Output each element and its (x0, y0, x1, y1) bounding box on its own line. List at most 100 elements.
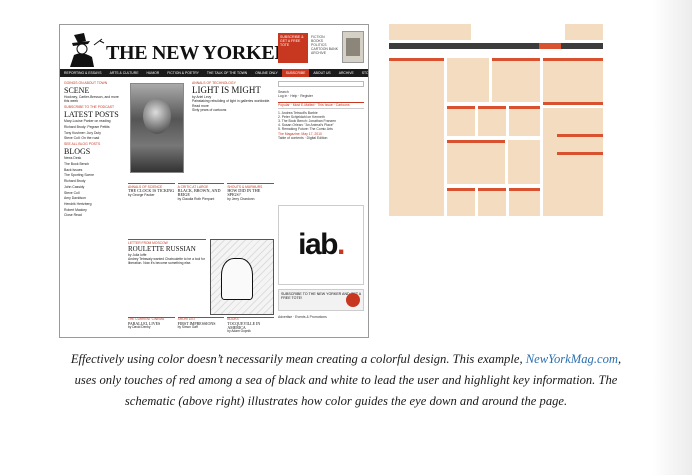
list-item[interactable]: The Book Bench (64, 162, 124, 166)
schematic-red-accent (543, 102, 603, 105)
iab-logo: iab (298, 228, 338, 261)
see-also-link[interactable]: Sixty years of cartoons (192, 108, 272, 112)
story-grid-middle: Annals of Science THE CLOCK IS TICKING b… (128, 183, 274, 201)
ad-footer-links[interactable]: Advertise · Events & Promotions (278, 315, 364, 319)
promo-list: FICTION BOOKS POLITICS CARTOON BANK ARCH… (311, 35, 338, 55)
schematic-block (508, 140, 540, 184)
schematic-red-accent (447, 106, 475, 109)
schematic-block (389, 24, 471, 40)
nav-item[interactable]: Reporting & Essays (60, 69, 106, 77)
schematic-red-accent (509, 188, 540, 191)
story-title[interactable]: HOW DID IN THE SPIGS? (227, 188, 274, 197)
feature-portrait[interactable] (130, 83, 184, 173)
site-header: THE NEW YORKER Subscribe & get a free to… (60, 25, 368, 69)
story-card[interactable]: Annals of Science THE CLOCK IS TICKING b… (128, 183, 175, 201)
list-item[interactable]: Amy Davidson (64, 196, 124, 200)
feature-title[interactable]: LIGHT IS MIGHT (192, 85, 272, 95)
scene-heading[interactable]: SCENE (64, 86, 124, 95)
popular-tabs[interactable]: Popular · Most E-Mailed · This Issue · C… (278, 102, 364, 109)
nav-item[interactable]: About Us (309, 69, 334, 77)
story-card[interactable]: A Critic at Large BLACK, BROWN, AND BEIG… (177, 183, 225, 201)
promo-item[interactable]: ARCHIVE (311, 51, 338, 55)
schematic-block (447, 58, 489, 102)
list-item[interactable]: Robert Mackey (64, 208, 124, 212)
list-item[interactable]: Tony Kushner: Jury Duty (64, 131, 124, 135)
account-links[interactable]: Log in · Help · Register (278, 94, 364, 98)
schematic-nav-bar (389, 43, 603, 49)
nav-item[interactable]: Arts & Culture (106, 69, 143, 77)
list-item[interactable]: Hendrik Hertzberg (64, 202, 124, 206)
list-item[interactable]: Mary-Louise Parker on reading (64, 119, 124, 123)
list-item[interactable]: Steve Coll (64, 191, 124, 195)
story-card[interactable]: The Current Cinema PARALLEL LIVES by Dav… (128, 317, 175, 334)
schematic-red-accent (492, 58, 540, 61)
nav-item[interactable]: The Talk of the Town (203, 69, 251, 77)
schematic-red-accent (557, 152, 603, 155)
list-item[interactable]: Richard Brody: Pegram Pettits (64, 125, 124, 129)
story-byline: by Simon Gaff (177, 324, 198, 329)
list-item[interactable]: News Desk (64, 156, 124, 160)
free-tote-badge-icon (346, 293, 360, 307)
story-title[interactable]: BLACK, BROWN, AND BEIGE (178, 188, 225, 197)
schematic-block (565, 24, 603, 40)
schematic-block (389, 58, 444, 216)
figure-caption: Effectively using color doesn’t necessar… (62, 349, 630, 412)
story-grid-bottom: The Current Cinema PARALLEL LIVES by Dav… (128, 317, 274, 334)
podcast-link[interactable]: Subscribe to the podcast (64, 105, 124, 109)
list-item[interactable]: Richard Brody (64, 179, 124, 183)
caption-text: Effectively using color doesn’t necessar… (70, 352, 526, 366)
subscribe-ad[interactable]: Subscribe & get a free tote (278, 33, 308, 63)
list-item[interactable]: Close Read (64, 213, 124, 217)
nav-item-subscribe[interactable]: Subscribe (281, 69, 310, 77)
schematic-red-accent (543, 58, 603, 61)
eustace-tilley-icon (70, 33, 105, 67)
schematic-red-accent (539, 43, 561, 49)
story-byline: by Claudia Roth Pierpont (177, 197, 215, 201)
story-byline: by David Denby (128, 324, 151, 329)
list-item[interactable]: John Cassidy (64, 185, 124, 189)
schematic-block (447, 140, 505, 184)
magazine-cover[interactable] (342, 31, 364, 63)
see-all-link[interactable]: See all blog posts (64, 142, 124, 146)
schematic-block (509, 188, 540, 216)
table-of-contents-link[interactable]: Table of contents · Digital Edition (278, 136, 364, 140)
nav-item[interactable]: Store (358, 69, 368, 77)
roulette-story: Letter from Moscow ROULETTE RUSSIAN by J… (128, 239, 206, 265)
nav-item[interactable]: Archive (335, 69, 358, 77)
schematic-red-accent (478, 188, 506, 191)
subscribe-banner-ad[interactable]: SUBSCRIBE TO THE NEW YORKER AND GET A FR… (278, 289, 364, 311)
color-schematic (389, 24, 603, 216)
nav-item[interactable]: Humor (142, 69, 163, 77)
story-card[interactable]: Shortlist FIRST IMPRESSIONS by Simon Gaf… (177, 317, 225, 334)
story-card[interactable]: Books TOCQUEVILLE IN AMERICA by Adam Gop… (227, 317, 274, 334)
list-item[interactable]: Back Issues (64, 168, 124, 172)
schematic-block (447, 188, 475, 216)
site-logo[interactable]: THE NEW YORKER (106, 42, 289, 65)
schematic-red-accent (389, 58, 444, 61)
caption-link[interactable]: NewYorkMag.com (526, 352, 618, 366)
search-input[interactable] (278, 81, 364, 87)
nav-item[interactable]: Fiction & Poetry (163, 69, 203, 77)
story-card[interactable]: Shouts & Murmurs HOW DID IN THE SPIGS? b… (227, 183, 274, 201)
schematic-block (447, 106, 475, 136)
left-column: Goings On About Town SCENE Hockney, Cart… (64, 81, 124, 219)
scene-text: Hockney, Cartier-Bresson, and more this … (64, 95, 119, 104)
page-edge-shadow (652, 0, 692, 475)
comic-illustration[interactable] (210, 239, 274, 315)
schematic-red-accent (447, 188, 475, 191)
iab-ad[interactable]: iab. (278, 205, 364, 285)
blogs-heading: BLOGS (64, 147, 91, 157)
schematic-red-accent (509, 106, 540, 109)
nav-item[interactable]: Online Only (251, 69, 282, 77)
main-nav: Reporting & Essays Arts & Culture Humor … (60, 69, 368, 77)
list-item[interactable]: Steve Coll: On the road (64, 136, 124, 140)
schematic-red-accent (478, 106, 506, 109)
story-title[interactable]: ROULETTE RUSSIAN (128, 245, 206, 253)
schematic-block (543, 58, 603, 102)
schematic-block (509, 106, 540, 136)
schematic-block (543, 108, 603, 216)
story-summary: Andrey Tetravaly wanted Chatroulette to … (128, 257, 205, 266)
list-item[interactable]: The Sporting Scene (64, 173, 124, 177)
schematic-block (492, 58, 540, 102)
schematic-red-accent (447, 140, 505, 143)
